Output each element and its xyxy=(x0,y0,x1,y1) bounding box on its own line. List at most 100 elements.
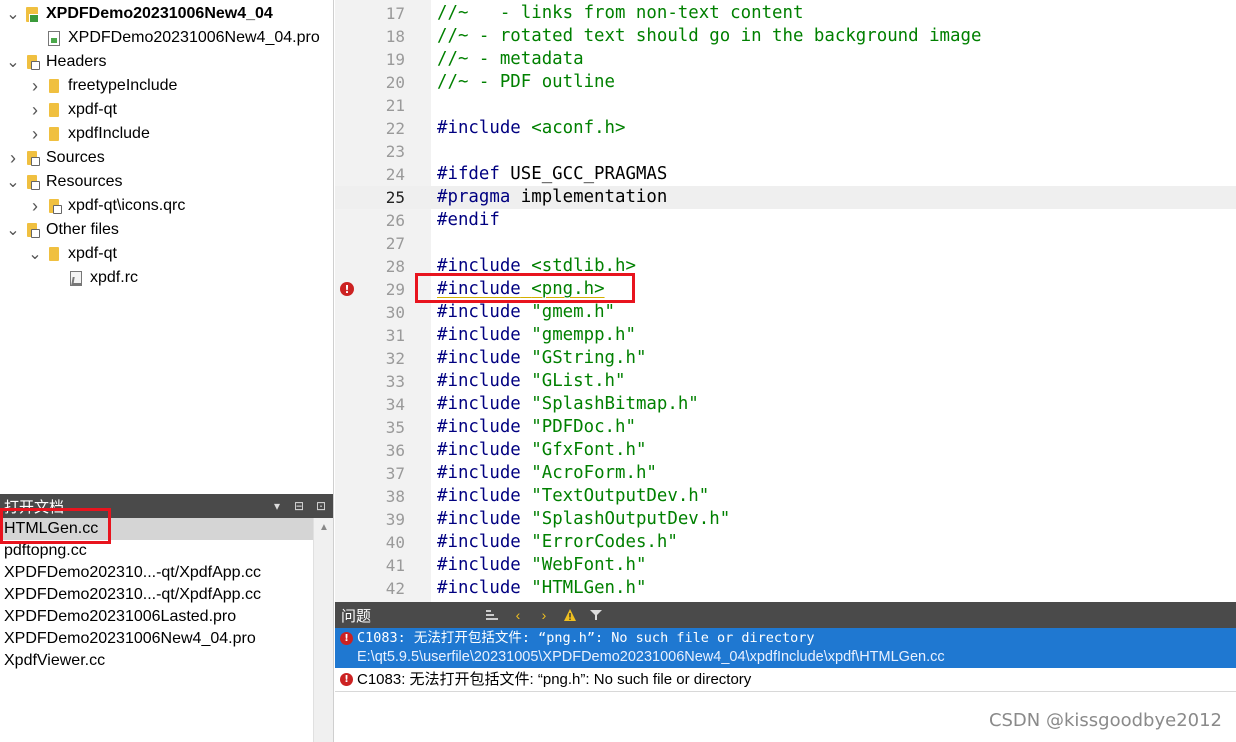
line-number: 25 xyxy=(385,188,405,207)
filter-icon[interactable] xyxy=(587,606,605,624)
open-document-item[interactable]: HTMLGen.cc xyxy=(0,518,314,540)
next-issue-icon[interactable]: › xyxy=(535,606,553,624)
code-line[interactable]: 22 #include <aconf.h> xyxy=(335,117,1236,140)
chevron-down-icon[interactable]: ⌄ xyxy=(28,242,42,266)
code-editor[interactable]: 17 //~ - links from non-text content 18 //~… xyxy=(335,0,1236,602)
code-line[interactable]: 19 //~ - metadata xyxy=(335,48,1236,71)
filter-severity-icon[interactable] xyxy=(483,606,501,624)
line-number: 23 xyxy=(385,142,405,161)
chevron-down-icon[interactable]: ⌄ xyxy=(6,170,20,194)
chevron-right-icon[interactable]: › xyxy=(28,74,42,98)
issue-path: E:\qt5.9.5\userfile\20231005\XPDFDemo202… xyxy=(357,649,945,665)
tree-item[interactable]: ⌄ Headers xyxy=(0,50,333,74)
project-tree[interactable]: ⌄ XPDFDemo20231006New4_04 XPDFDemo20231006… xyxy=(0,0,334,494)
code-text: #include "TextOutputDev.h" xyxy=(437,485,709,508)
code-line[interactable]: 36 #include "GfxFont.h" xyxy=(335,439,1236,462)
code-line[interactable]: 20 //~ - PDF outline xyxy=(335,71,1236,94)
dropdown-arrow-icon[interactable]: ▾ xyxy=(269,498,285,514)
warning-icon[interactable] xyxy=(561,606,579,624)
open-document-item[interactable]: XPDFDemo20231006New4_04.pro xyxy=(0,628,314,650)
split-panel-icon[interactable]: ⊟ xyxy=(291,498,307,514)
code-token: #ifdef xyxy=(437,164,500,184)
tree-item[interactable]: › xpdf-qt xyxy=(0,98,333,122)
chevron-down-icon[interactable]: ⌄ xyxy=(6,218,20,242)
chevron-right-icon[interactable]: › xyxy=(28,98,42,122)
code-line[interactable]: 40 #include "ErrorCodes.h" xyxy=(335,531,1236,554)
code-line[interactable]: 17 //~ - links from non-text content xyxy=(335,2,1236,25)
code-line[interactable]: 33 #include "GList.h" xyxy=(335,370,1236,393)
code-line[interactable]: 37 #include "AcroForm.h" xyxy=(335,462,1236,485)
headers-folder-icon xyxy=(24,53,40,71)
open-document-item[interactable]: pdftopng.cc xyxy=(0,540,314,562)
line-number: 26 xyxy=(385,211,405,230)
tree-item-label: xpdf.rc xyxy=(90,269,139,286)
line-number: 39 xyxy=(385,510,405,529)
code-line[interactable]: 27 xyxy=(335,232,1236,255)
code-text: #include <aconf.h> xyxy=(437,117,625,140)
code-line[interactable]: 32 #include "GString.h" xyxy=(335,347,1236,370)
tree-item[interactable]: ⌄ xpdf-qt xyxy=(0,242,333,266)
code-line[interactable]: 25 #pragma implementation xyxy=(335,186,1236,209)
code-token: "SplashOutputDev.h" xyxy=(531,509,731,529)
chevron-down-icon[interactable]: ⌄ xyxy=(6,50,20,74)
code-token: "AcroForm.h" xyxy=(531,463,657,483)
code-line[interactable]: 18 //~ - rotated text should go in the ba… xyxy=(335,25,1236,48)
code-line[interactable]: 42 #include "HTMLGen.h" xyxy=(335,577,1236,600)
code-line[interactable]: 38 #include "TextOutputDev.h" xyxy=(335,485,1236,508)
chevron-right-icon[interactable]: › xyxy=(28,122,42,146)
code-line[interactable]: 41 #include "WebFont.h" xyxy=(335,554,1236,577)
code-line[interactable]: 31 #include "gmempp.h" xyxy=(335,324,1236,347)
code-line[interactable]: 34 #include "SplashBitmap.h" xyxy=(335,393,1236,416)
tree-item[interactable]: xpdf.rc xyxy=(0,266,333,290)
code-line[interactable]: 35 #include "PDFDoc.h" xyxy=(335,416,1236,439)
scroll-up-icon[interactable]: ▲ xyxy=(314,518,334,536)
issue-message: C1083: 无法打开包括文件: “png.h”: No such file o… xyxy=(357,630,815,646)
code-line[interactable]: 39 #include "SplashOutputDev.h" xyxy=(335,508,1236,531)
close-panel-icon[interactable]: ⊡ xyxy=(313,498,329,514)
open-documents-panel: 打开文档 ▾ ⊟ ⊡ HTMLGen.cc pdftopng.cc XPDFDemo… xyxy=(0,494,334,742)
code-line[interactable]: ! 29 #include <png.h> xyxy=(335,278,1236,301)
code-text: #include "AcroForm.h" xyxy=(437,462,657,485)
folder-icon xyxy=(46,245,62,263)
open-documents-header: 打开文档 ▾ ⊟ ⊡ xyxy=(0,494,333,518)
code-token: <stdlib.h> xyxy=(531,256,636,276)
open-document-item[interactable]: XPDFDemo202310...-qt/XpdfApp.cc xyxy=(0,562,314,584)
code-token: "HTMLGen.h" xyxy=(531,578,647,598)
tree-item-label: Sources xyxy=(46,149,105,166)
open-document-item[interactable]: XPDFDemo20231006Lasted.pro xyxy=(0,606,314,628)
tree-item[interactable]: ⌄ Resources xyxy=(0,170,333,194)
tree-item[interactable]: › freetypeInclude xyxy=(0,74,333,98)
code-line[interactable]: 24 #ifdef USE_GCC_PRAGMAS xyxy=(335,163,1236,186)
code-line[interactable]: 21 xyxy=(335,94,1236,117)
issue-row-selected[interactable]: ! C1083: 无法打开包括文件: “png.h”: No such file… xyxy=(335,628,1236,668)
open-documents-scrollbar[interactable]: ▲ xyxy=(313,518,333,742)
code-text: #pragma implementation xyxy=(437,186,667,209)
open-document-item[interactable]: XpdfViewer.cc xyxy=(0,650,314,672)
code-token: #include xyxy=(437,256,521,276)
code-line[interactable]: 28 #include <stdlib.h> xyxy=(335,255,1236,278)
open-documents-list[interactable]: HTMLGen.cc pdftopng.cc XPDFDemo202310...-q… xyxy=(0,518,314,672)
code-line[interactable]: 23 xyxy=(335,140,1236,163)
line-number: 31 xyxy=(385,326,405,345)
chevron-right-icon[interactable]: › xyxy=(28,194,42,218)
tree-item-label: Resources xyxy=(46,173,123,190)
line-number: 37 xyxy=(385,464,405,483)
tree-item[interactable]: ⌄ Other files xyxy=(0,218,333,242)
tree-item[interactable]: › Sources xyxy=(0,146,333,170)
code-line[interactable]: 26 #endif xyxy=(335,209,1236,232)
project-icon xyxy=(24,5,40,23)
chevron-down-icon[interactable]: ⌄ xyxy=(6,2,20,26)
open-document-item[interactable]: XPDFDemo202310...-qt/XpdfApp.cc xyxy=(0,584,314,606)
code-line[interactable]: 30 #include "gmem.h" xyxy=(335,301,1236,324)
tree-item[interactable]: ⌄ XPDFDemo20231006New4_04 xyxy=(0,2,333,26)
tree-item[interactable]: › xpdf-qt\icons.qrc xyxy=(0,194,333,218)
line-number: 32 xyxy=(385,349,405,368)
line-number: 22 xyxy=(385,119,405,138)
tree-item[interactable]: XPDFDemo20231006New4_04.pro xyxy=(0,26,333,50)
code-text: //~ - PDF outline xyxy=(437,71,615,94)
tree-item[interactable]: › xpdfInclude xyxy=(0,122,333,146)
issue-row[interactable]: ! C1083: 无法打开包括文件: “png.h”: No such file… xyxy=(335,668,1236,692)
previous-issue-icon[interactable]: ‹ xyxy=(509,606,527,624)
chevron-right-icon[interactable]: › xyxy=(6,146,20,170)
